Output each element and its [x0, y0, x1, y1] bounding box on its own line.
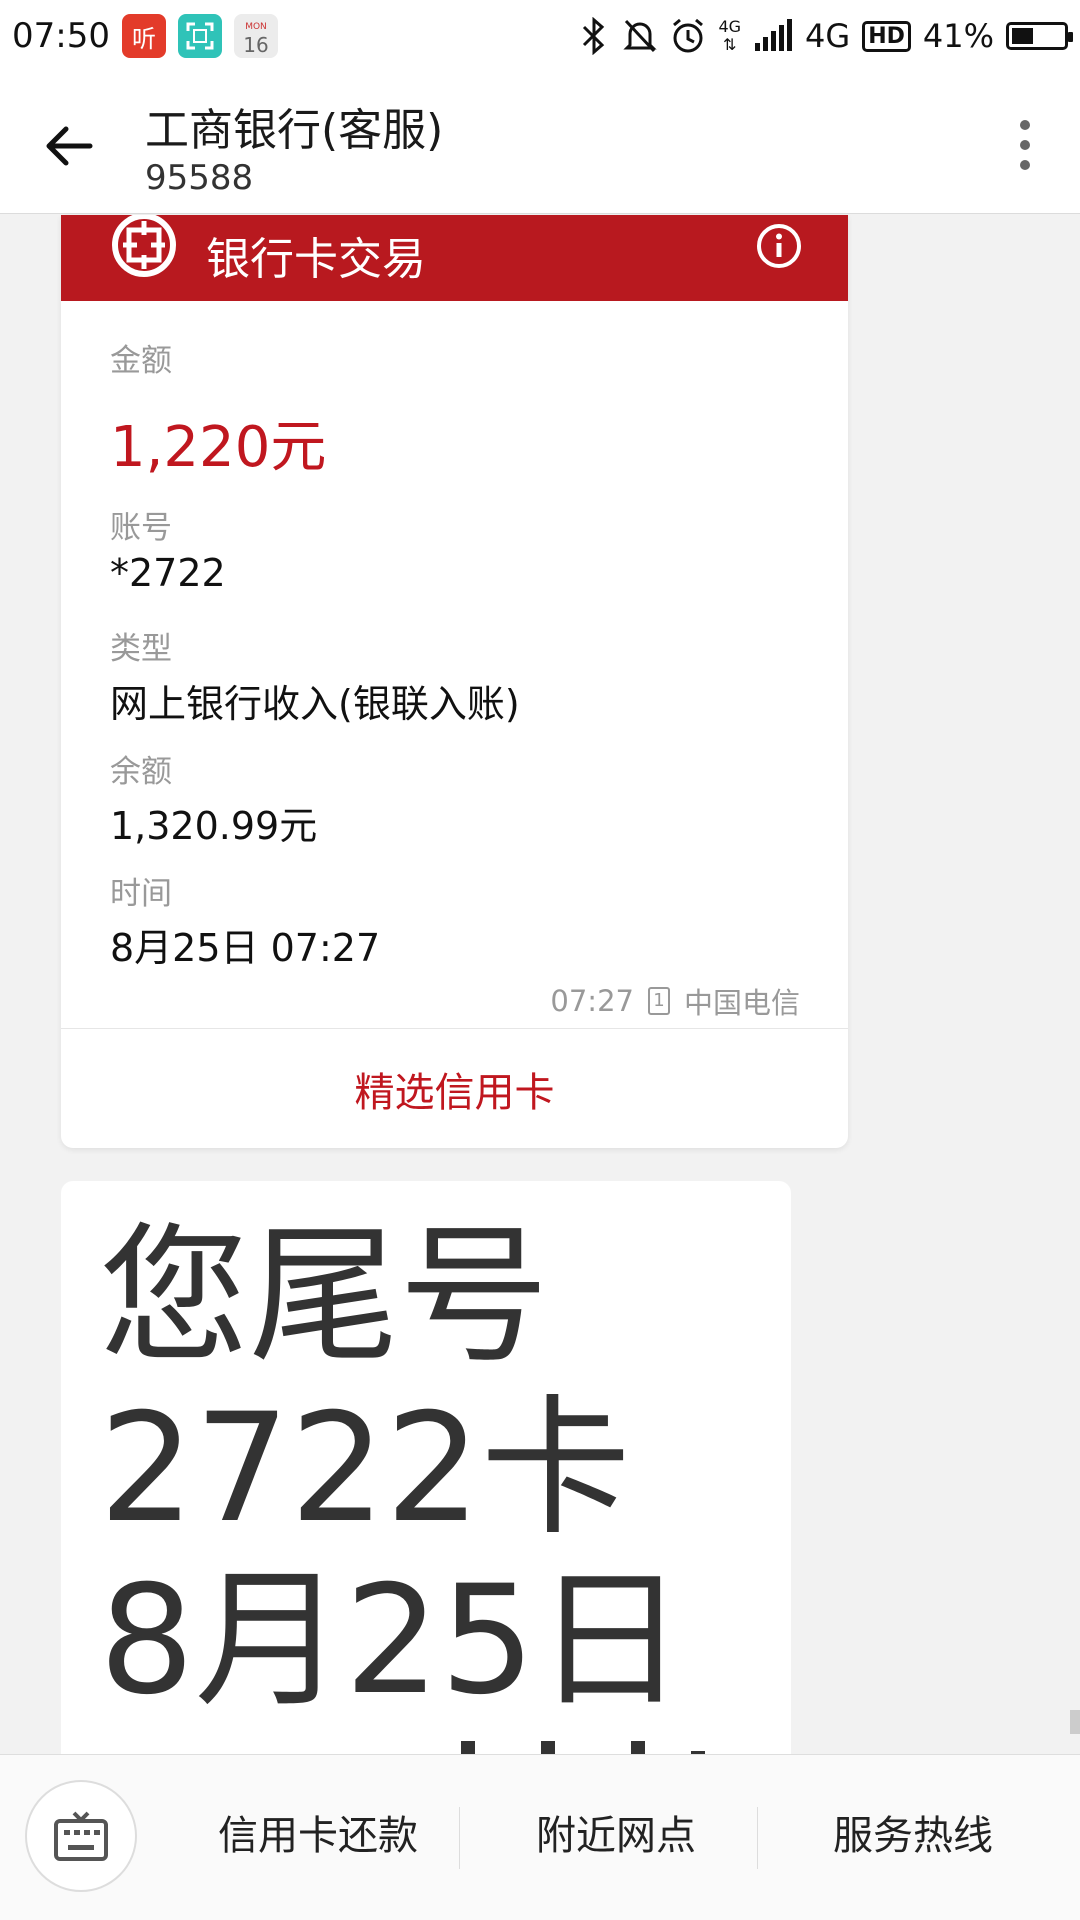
more-dot-icon — [1020, 160, 1030, 170]
status-time: 07:50 — [12, 16, 110, 56]
arrow-left-icon — [46, 126, 93, 166]
scanner-app-icon — [177, 14, 222, 58]
featured-credit-card-link[interactable]: 精选信用卡 — [61, 1029, 848, 1148]
listen-app-icon: 听 — [121, 14, 166, 58]
battery-level — [1012, 28, 1033, 44]
carrier-name: 中国电信 — [683, 986, 800, 1020]
battery-icon — [1006, 22, 1073, 50]
status-bar: 07:50 听 MON 16 4G ⇅ 4G HD 41% — [0, 0, 1080, 72]
menu-separator — [459, 1807, 460, 1869]
account-value: *2722 — [110, 551, 226, 595]
menu-credit-card-repayment[interactable]: 信用卡还款 — [188, 1803, 448, 1861]
network-small-label: 4G — [718, 17, 742, 36]
data-indicator: 4G ⇅ — [718, 18, 741, 54]
alarm-icon — [673, 18, 704, 53]
icbc-logo — [112, 215, 176, 277]
network-label: 4G — [805, 17, 851, 55]
calendar-day: 16 — [243, 33, 269, 57]
hd-icon: HD — [862, 20, 911, 52]
contact-name: 工商银行(客服) — [145, 105, 444, 156]
card-title: 银行卡交易 — [206, 234, 426, 285]
card-header: 银行卡交易 — [61, 215, 848, 301]
type-value: 网上银行收入(银联入账) — [110, 682, 520, 726]
menu-nearby-branches[interactable]: 附近网点 — [486, 1803, 746, 1861]
type-label: 类型 — [110, 631, 172, 667]
battery-text: 41% — [922, 17, 994, 55]
data-arrows-icon: ⇅ — [723, 35, 737, 54]
balance-value: 1,320.99元 — [110, 804, 318, 848]
bluetooth-icon — [583, 17, 605, 55]
contact-number: 95588 — [145, 158, 254, 198]
amount-label: 金额 — [110, 343, 172, 379]
info-icon[interactable] — [756, 223, 802, 269]
mute-bell-icon — [623, 19, 658, 53]
menu-service-hotline[interactable]: 服务热线 — [783, 1803, 1043, 1861]
message-time: 07:27 — [550, 984, 634, 1018]
back-button[interactable] — [40, 116, 100, 176]
time-label: 时间 — [110, 876, 172, 912]
message-meta: 07:27 1 中国电信 — [550, 980, 800, 1022]
service-menu-bar: 信用卡还款 附近网点 服务热线 — [0, 1754, 1080, 1920]
more-options-button[interactable] — [1010, 120, 1040, 170]
listen-app-label: 听 — [131, 24, 156, 53]
keyboard-toggle-button[interactable] — [25, 1780, 137, 1892]
conversation-header: 工商银行(客服) 95588 — [0, 72, 1080, 214]
balance-label: 余额 — [110, 754, 172, 790]
more-dot-icon — [1020, 120, 1030, 130]
keyboard-icon — [54, 1811, 108, 1861]
signal-icon — [755, 19, 793, 51]
more-dot-icon — [1020, 140, 1030, 150]
sim-card-icon: 1 — [647, 987, 670, 1015]
amount-value: 1,220元 — [110, 415, 327, 480]
account-label: 账号 — [110, 510, 172, 546]
time-value: 8月25日 07:27 — [110, 926, 381, 970]
calendar-app-icon: MON 16 — [233, 14, 278, 58]
menu-separator — [757, 1807, 758, 1869]
status-icons: 4G ⇅ 4G HD 41% — [578, 17, 1073, 55]
transaction-card: 银行卡交易 金额 1,220元 账号 *2722 类型 网上银行收入(银联入账)… — [61, 215, 848, 1148]
message-bubble: 您尾号 2722卡 8月25日 — [61, 1181, 791, 1781]
message-text: 您尾号 2722卡 8月25日 — [99, 1210, 686, 1728]
scrollbar[interactable] — [1070, 1710, 1080, 1734]
